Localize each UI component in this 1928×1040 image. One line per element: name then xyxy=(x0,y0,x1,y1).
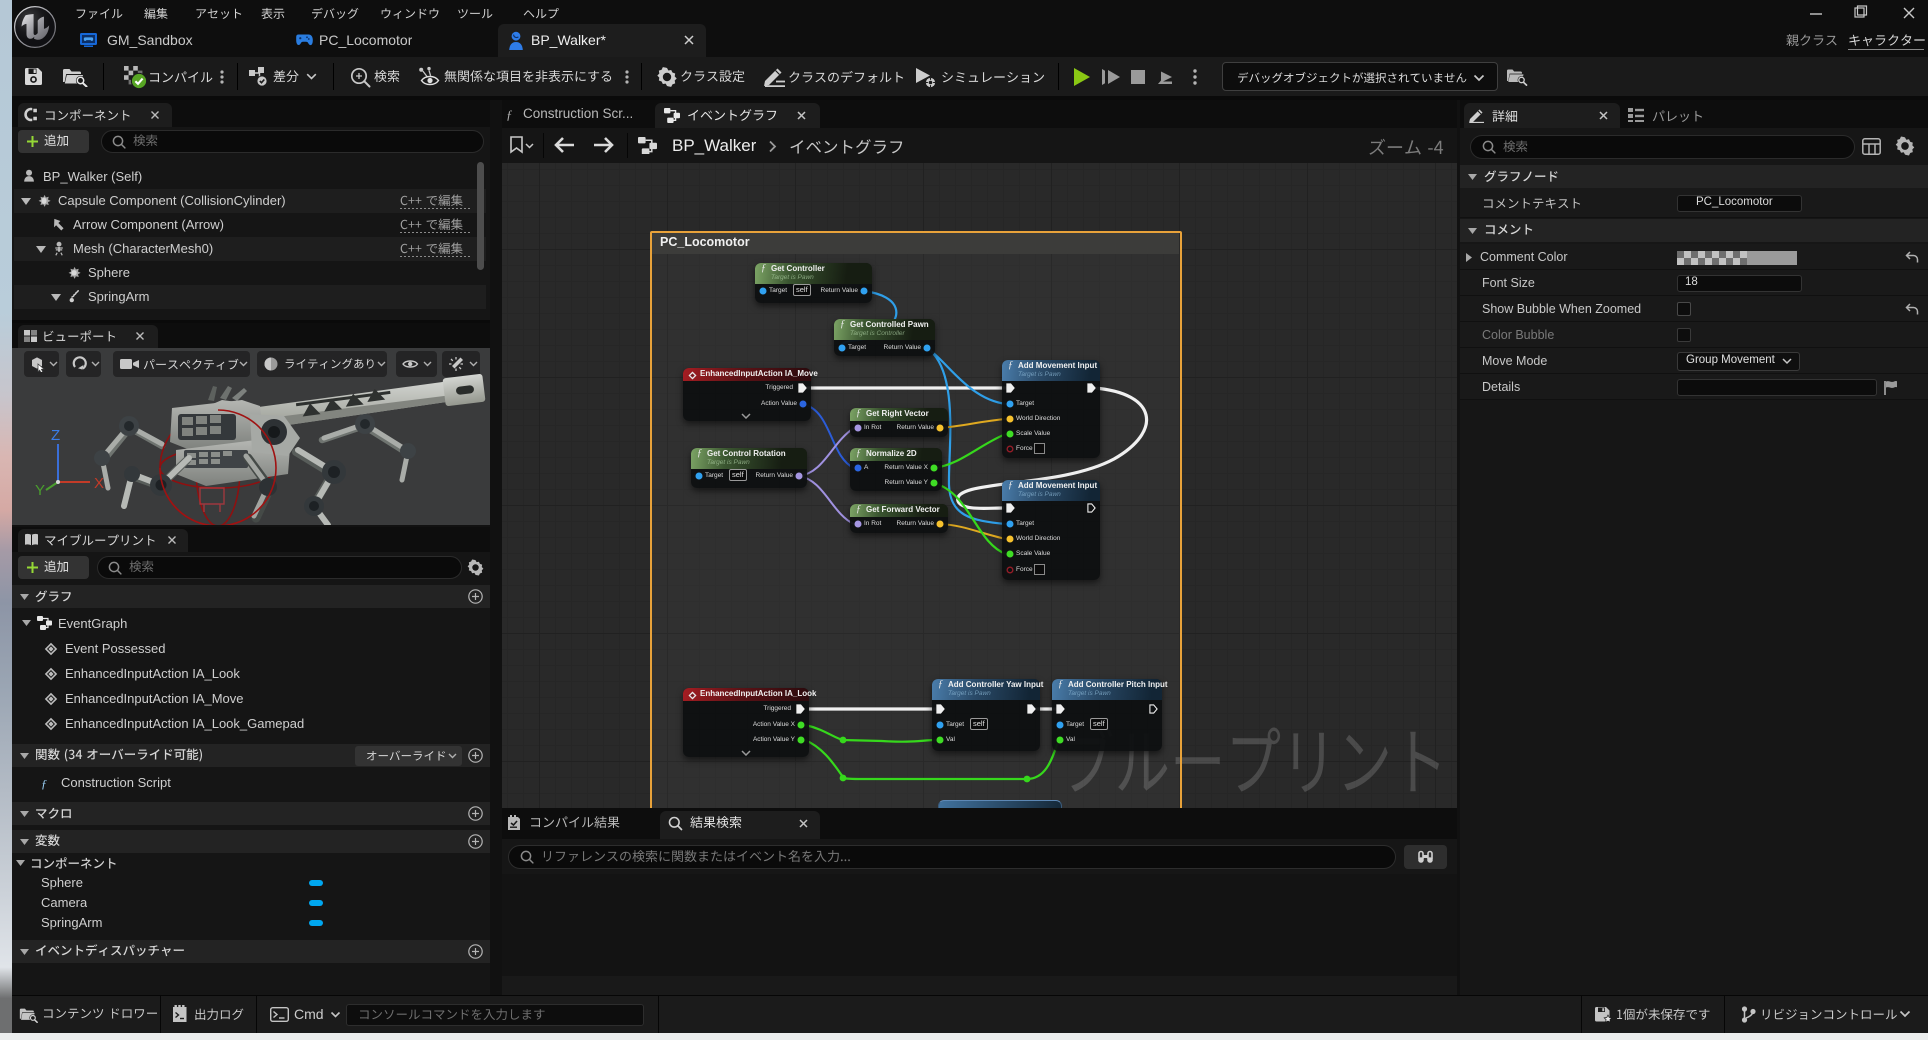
svg-text:ƒ: ƒ xyxy=(41,777,47,791)
svg-text:ƒ: ƒ xyxy=(506,107,513,121)
svg-text:Z: Z xyxy=(51,427,60,444)
svg-text:X: X xyxy=(94,475,104,492)
svg-text:Y: Y xyxy=(35,482,45,499)
